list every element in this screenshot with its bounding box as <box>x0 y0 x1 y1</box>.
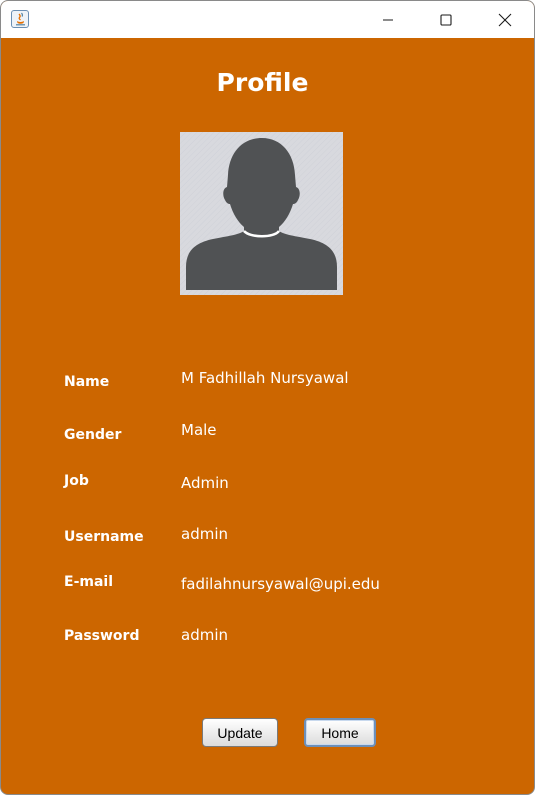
username-label: Username <box>64 529 144 545</box>
email-value: fadilahnursyawal@upi.edu <box>181 575 380 593</box>
password-value: admin <box>181 626 228 644</box>
password-label: Password <box>64 628 140 644</box>
maximize-icon <box>440 13 452 26</box>
username-value: admin <box>181 525 228 543</box>
close-icon <box>498 13 512 26</box>
minimize-button[interactable] <box>363 1 413 38</box>
job-value: Admin <box>181 474 229 492</box>
java-app-icon <box>11 10 29 28</box>
close-button[interactable] <box>480 1 530 38</box>
gender-value: Male <box>181 421 217 439</box>
profile-panel: Profile Name M Fadhillah Nursyawal Gende… <box>1 38 534 794</box>
app-window: Profile Name M Fadhillah Nursyawal Gende… <box>0 0 535 795</box>
title-bar[interactable] <box>1 1 534 38</box>
job-label: Job <box>64 473 89 489</box>
gender-label: Gender <box>64 427 122 443</box>
avatar <box>180 132 343 295</box>
update-button[interactable]: Update <box>202 718 278 747</box>
email-label: E-mail <box>64 574 114 590</box>
name-value: M Fadhillah Nursyawal <box>181 369 349 387</box>
page-title: Profile <box>216 68 309 97</box>
user-avatar-icon <box>180 132 343 295</box>
home-button[interactable]: Home <box>304 718 376 747</box>
maximize-button[interactable] <box>421 1 471 38</box>
minimize-icon <box>383 18 393 21</box>
name-label: Name <box>64 374 110 390</box>
